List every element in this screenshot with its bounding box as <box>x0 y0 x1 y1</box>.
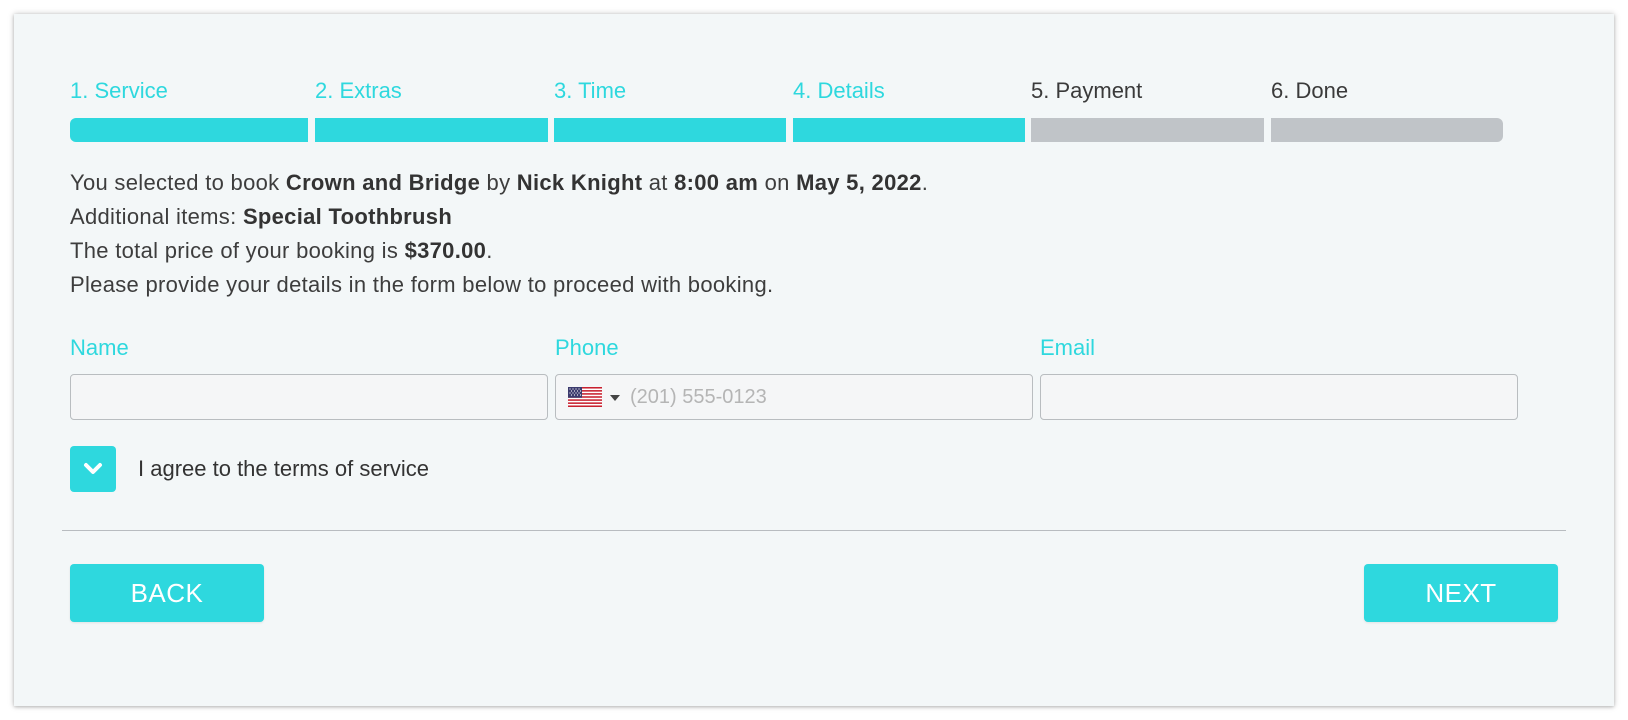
step-label: 1. Service <box>70 78 168 103</box>
check-icon <box>84 463 102 474</box>
step-extras: 2. Extras <box>315 64 548 144</box>
step-progress-bar <box>1031 118 1264 142</box>
step-progress-bar <box>70 118 308 142</box>
step-service: 1. Service <box>70 64 308 144</box>
email-label: Email <box>1040 335 1096 360</box>
summary-text: on <box>758 170 797 195</box>
phone-input[interactable] <box>556 375 1032 419</box>
booking-summary: You selected to book Crown and Bridge by… <box>70 166 1550 302</box>
staff-name: Nick Knight <box>516 170 643 195</box>
back-button[interactable]: BACK <box>70 564 264 622</box>
summary-text: . <box>921 170 929 195</box>
step-label: 6. Done <box>1271 78 1349 103</box>
progress-steps: 1. Service 2. Extras 3. Time 4. Details … <box>70 64 1558 144</box>
terms-agreement: I agree to the terms of service <box>70 446 570 492</box>
name-label: Name <box>70 335 129 360</box>
country-selector[interactable] <box>568 387 624 409</box>
step-payment: 5. Payment <box>1031 64 1264 144</box>
summary-text: by <box>480 170 517 195</box>
step-label: 2. Extras <box>315 78 402 103</box>
total-price: $370.00 <box>404 238 487 263</box>
summary-text: The total price of your booking is <box>70 238 405 263</box>
terms-label: I agree to the terms of service <box>138 456 430 481</box>
booking-form-card: 1. Service 2. Extras 3. Time 4. Details … <box>14 14 1614 706</box>
name-input[interactable] <box>71 375 547 419</box>
name-input-box <box>70 374 548 420</box>
summary-text: at <box>642 170 675 195</box>
summary-line-extras: Additional items: Special Toothbrush <box>70 200 1550 234</box>
summary-text: . <box>486 238 493 263</box>
terms-checkbox[interactable] <box>70 446 116 492</box>
step-progress-bar <box>793 118 1025 142</box>
chevron-down-icon <box>610 395 620 401</box>
divider <box>62 530 1566 531</box>
step-progress-bar <box>1271 118 1503 142</box>
summary-text: You selected to book <box>70 170 286 195</box>
booking-time: 8:00 am <box>674 170 759 195</box>
step-done: 6. Done <box>1271 64 1503 144</box>
summary-line-price: The total price of your booking is $370.… <box>70 234 1550 268</box>
extras-name: Special Toothbrush <box>242 204 453 229</box>
service-name: Crown and Bridge <box>285 170 481 195</box>
next-button[interactable]: NEXT <box>1364 564 1558 622</box>
step-label: 4. Details <box>793 78 885 103</box>
email-input-box <box>1040 374 1518 420</box>
email-input[interactable] <box>1041 375 1517 419</box>
step-label: 3. Time <box>554 78 627 103</box>
step-progress-bar <box>554 118 786 142</box>
booking-date: May 5, 2022 <box>796 170 922 195</box>
phone-input-box <box>555 374 1033 420</box>
summary-line-booking: You selected to book Crown and Bridge by… <box>70 166 1550 200</box>
step-time: 3. Time <box>554 64 786 144</box>
summary-text: Additional items: <box>70 204 243 229</box>
us-flag-icon <box>568 387 602 407</box>
summary-line-instructions: Please provide your details in the form … <box>70 272 774 297</box>
step-label: 5. Payment <box>1031 78 1143 103</box>
phone-label: Phone <box>555 335 619 360</box>
step-details: 4. Details <box>793 64 1025 144</box>
step-progress-bar <box>315 118 548 142</box>
